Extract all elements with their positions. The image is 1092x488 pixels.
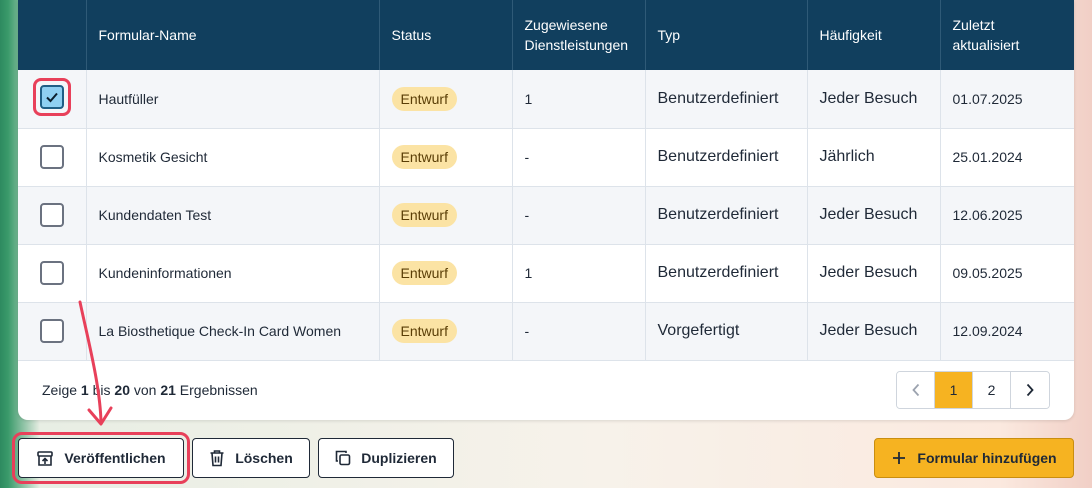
updated-date: 09.05.2025 (940, 244, 1074, 303)
highlight-ring (32, 78, 71, 117)
table-header-row: Formular-Name Status Zugewiesene Dienstl… (18, 0, 1074, 70)
services-count: - (512, 128, 646, 187)
column-header-frequency[interactable]: Häufigkeit (807, 0, 941, 70)
status-cell: Entwurf (379, 244, 513, 303)
column-header-type[interactable]: Typ (645, 0, 808, 70)
prev-page-button[interactable] (897, 372, 935, 408)
form-frequency: Jeder Besuch (807, 302, 941, 361)
column-header-status[interactable]: Status (379, 0, 513, 70)
form-name[interactable]: La Biosthetique Check-In Card Women (86, 302, 380, 361)
page-button-2[interactable]: 2 (973, 372, 1011, 408)
copy-icon (335, 450, 351, 466)
form-name[interactable]: Kundeninformationen (86, 244, 380, 303)
updated-date: 12.09.2024 (940, 302, 1074, 361)
row-checkbox[interactable] (39, 319, 64, 343)
publish-button-label: Veröffentlichen (64, 450, 166, 466)
duplicate-button-label: Duplizieren (361, 450, 437, 466)
row-select-cell (18, 244, 87, 303)
form-type: Benutzerdefiniert (645, 128, 808, 187)
status-cell: Entwurf (379, 70, 513, 129)
form-type: Benutzerdefiniert (645, 244, 808, 303)
table-row[interactable]: Kundeninformationen Entwurf 1 Benutzerde… (18, 244, 1074, 303)
pagination: 1 2 (896, 371, 1050, 409)
row-select-cell (18, 302, 87, 361)
row-checkbox[interactable] (39, 85, 64, 110)
plus-icon (893, 452, 906, 464)
add-form-button[interactable]: Formular hinzufügen (874, 438, 1074, 478)
services-count: 1 (512, 70, 646, 129)
status-cell: Entwurf (379, 186, 513, 245)
column-header-updated[interactable]: Zuletzt aktualisiert (940, 0, 1074, 70)
form-frequency: Jährlich (807, 128, 941, 187)
next-page-button[interactable] (1011, 372, 1049, 408)
chevron-right-icon (1026, 383, 1034, 397)
publish-icon (37, 451, 54, 466)
checkmark-icon (46, 93, 58, 103)
updated-date: 01.07.2025 (940, 70, 1074, 129)
duplicate-button[interactable]: Duplizieren (318, 438, 454, 478)
column-header-services[interactable]: Zugewiesene Dienstleistungen (512, 0, 646, 70)
status-badge: Entwurf (391, 319, 457, 343)
table-row[interactable]: Kundendaten Test Entwurf - Benutzerdefin… (18, 186, 1074, 245)
add-form-button-label: Formular hinzufügen (917, 450, 1057, 466)
row-select-cell (18, 186, 87, 245)
forms-table-card: Formular-Name Status Zugewiesene Dienstl… (18, 0, 1074, 420)
status-badge: Entwurf (391, 86, 457, 111)
row-checkbox[interactable] (39, 261, 64, 285)
status-badge: Entwurf (391, 261, 457, 285)
form-frequency: Jeder Besuch (807, 70, 941, 129)
column-header-name[interactable]: Formular-Name (86, 0, 380, 70)
form-name[interactable]: Hautfüller (86, 70, 380, 129)
form-name[interactable]: Kundendaten Test (86, 186, 380, 245)
table-row[interactable]: La Biosthetique Check-In Card Women Entw… (18, 302, 1074, 361)
row-checkbox[interactable] (39, 203, 64, 227)
trash-icon (210, 450, 224, 467)
publish-button[interactable]: Veröffentlichen (18, 438, 184, 478)
services-count: - (512, 302, 646, 361)
form-frequency: Jeder Besuch (807, 186, 941, 245)
delete-button-label: Löschen (235, 450, 293, 466)
status-badge: Entwurf (391, 203, 457, 227)
form-type: Benutzerdefiniert (645, 70, 808, 129)
table-row[interactable]: Kosmetik Gesicht Entwurf - Benutzerdefin… (18, 128, 1074, 187)
updated-date: 12.06.2025 (940, 186, 1074, 245)
status-cell: Entwurf (379, 128, 513, 187)
chevron-left-icon (911, 383, 919, 397)
column-header-select (18, 0, 87, 70)
row-select-cell (18, 70, 87, 129)
services-count: 1 (512, 244, 646, 303)
results-summary: Zeige 1 bis 20 von 21 Ergebnissen (42, 382, 258, 398)
status-badge: Entwurf (391, 145, 457, 169)
table-row[interactable]: Hautfüller Entwurf 1 Benutzerdefiniert J… (18, 70, 1074, 129)
delete-button[interactable]: Löschen (192, 438, 310, 478)
forms-table: Formular-Name Status Zugewiesene Dienstl… (18, 0, 1074, 361)
form-type: Vorgefertigt (645, 302, 808, 361)
page-button-1[interactable]: 1 (935, 372, 973, 408)
updated-date: 25.01.2024 (940, 128, 1074, 187)
form-name[interactable]: Kosmetik Gesicht (86, 128, 380, 187)
row-checkbox[interactable] (39, 145, 64, 169)
services-count: - (512, 186, 646, 245)
row-select-cell (18, 128, 87, 187)
form-type: Benutzerdefiniert (645, 186, 808, 245)
form-frequency: Jeder Besuch (807, 244, 941, 303)
pagination-bar: Zeige 1 bis 20 von 21 Ergebnissen 1 2 (18, 360, 1074, 420)
status-cell: Entwurf (379, 302, 513, 361)
